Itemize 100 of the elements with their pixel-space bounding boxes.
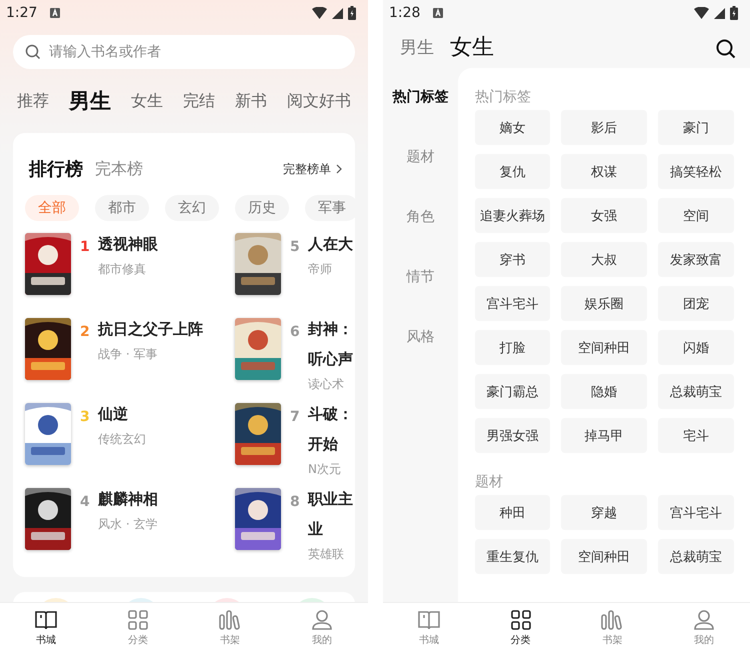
bottom-nav-tab[interactable]: 书城 [0,603,92,653]
bottom-nav-tab[interactable]: 分类 [92,603,184,653]
tag-chip[interactable]: 打脸 [475,330,550,365]
search-field[interactable]: 请输入书名或作者 [49,44,343,60]
tag-chip[interactable]: 娱乐圈 [561,286,647,321]
rank-number: 4 [80,494,90,510]
tag-chip[interactable]: 掉马甲 [561,418,647,453]
book-icon [418,610,440,630]
book-genre: 战争 · 军事 [98,346,158,363]
channel-tab[interactable]: 男生 [69,87,111,115]
bottom-nav-tab[interactable]: 我的 [658,603,750,653]
tag-chip[interactable]: 隐婚 [561,374,647,409]
tag-chip[interactable]: 复仇 [475,154,550,189]
tag-chip[interactable]: 闪婚 [658,330,734,365]
book-genre: 风水 · 玄学 [98,516,158,533]
bottom-nav-tab[interactable]: 我的 [276,603,368,653]
search-icon[interactable] [716,39,736,59]
genre-filter-chip[interactable]: 历史 [235,195,289,221]
tag-chip[interactable]: 搞笑轻松 [658,154,734,189]
ranking-tab[interactable]: 完本榜 [95,158,143,180]
channel-tab[interactable]: 女生 [131,90,163,112]
book-title[interactable]: 职业主 [308,488,353,510]
tag-chip[interactable]: 重生复仇 [475,539,550,574]
full-list-link[interactable]: 完整榜单 [283,160,343,178]
genre-filter-chip[interactable]: 玄幻 [165,195,219,221]
bottom-nav-tab[interactable]: 书架 [566,603,658,653]
bottom-nav-tab[interactable]: 书城 [383,603,475,653]
bottom-nav-tab[interactable]: 书架 [184,603,276,653]
wifi-icon [694,7,709,19]
book-genre: N次元 [308,461,342,478]
category-sidebar-item[interactable]: 热门标签 [392,88,448,148]
book-title[interactable]: 麒麟神相 [98,488,158,510]
book-title[interactable]: 透视神眼 [98,233,158,255]
chevron-right-icon [335,164,343,174]
tag-chip[interactable]: 空间 [658,198,734,233]
book-title[interactable]: 人在大 [308,233,353,255]
book-genre: 帝师 [308,261,333,278]
section-title: 热门标签 [475,88,532,107]
wifi-icon [312,7,327,19]
channel-tab[interactable]: 推荐 [17,90,49,112]
battery-icon [348,6,356,20]
notification-icon [433,8,444,18]
tag-chip[interactable]: 宅斗 [658,418,734,453]
channel-tab[interactable]: 新书 [235,90,267,112]
tag-chip[interactable]: 嫡女 [475,110,550,145]
tag-chip[interactable]: 发家致富 [658,242,734,277]
rank-number: 8 [290,494,300,510]
gender-tab[interactable]: 男生 [400,36,434,58]
book-icon [35,610,57,630]
tag-chip[interactable]: 影后 [561,110,647,145]
rank-number: 1 [80,239,90,255]
signal-icon [332,8,343,18]
tag-chip[interactable]: 穿书 [475,242,550,277]
tag-chip[interactable]: 团宠 [658,286,734,321]
rank-number: 3 [80,409,90,425]
profile-icon [311,610,333,630]
tag-chip[interactable]: 穿越 [561,495,647,530]
bookshelf-icon [601,610,624,630]
battery-icon [730,6,738,20]
genre-filter-chip[interactable]: 军事 [305,195,355,221]
book-title[interactable]: 斗破： [308,403,353,425]
grid-icon [510,610,531,630]
book-title[interactable]: 听心声 [308,348,353,370]
rank-number: 7 [290,409,300,425]
grid-icon [128,610,148,630]
channel-tab[interactable]: 阅文好书 [287,90,351,112]
tag-chip[interactable]: 追妻火葬场 [475,198,550,233]
tag-chip[interactable]: 总裁萌宝 [658,539,734,574]
status-time: 1:27 [6,5,38,21]
status-time: 1:28 [389,5,420,21]
channel-tab[interactable]: 完结 [183,90,215,112]
tag-chip[interactable]: 空间种田 [561,539,647,574]
tag-chip[interactable]: 宫斗宅斗 [475,286,550,321]
book-title[interactable]: 业 [308,518,353,540]
ranking-tab[interactable]: 排行榜 [29,157,83,181]
genre-filter-chip[interactable]: 都市 [95,195,149,221]
signal-icon [714,8,725,18]
book-genre: 读心术 [308,376,345,393]
book-title[interactable]: 开始 [308,433,353,455]
book-genre: 英雄联 [308,546,345,563]
book-title[interactable]: 仙逆 [98,403,146,425]
search-icon [25,44,41,60]
search-bar[interactable]: 请输入书名或作者 [13,35,355,69]
gender-tab[interactable]: 女生 [450,32,494,62]
tag-chip[interactable]: 大叔 [561,242,647,277]
rank-number: 2 [80,324,90,340]
book-title[interactable]: 抗日之父子上阵 [98,318,203,340]
tag-chip[interactable]: 总裁萌宝 [658,374,734,409]
tag-chip[interactable]: 种田 [475,495,550,530]
tag-chip[interactable]: 男强女强 [475,418,550,453]
tag-chip[interactable]: 宫斗宅斗 [658,495,734,530]
notification-icon [50,8,60,18]
bottom-nav-tab[interactable]: 分类 [474,603,566,653]
tag-chip[interactable]: 空间种田 [561,330,647,365]
tag-chip[interactable]: 权谋 [561,154,647,189]
tag-chip[interactable]: 豪门 [658,110,734,145]
tag-chip[interactable]: 女强 [561,198,647,233]
rank-number: 6 [290,324,300,340]
book-title[interactable]: 封神： [308,318,353,340]
tag-chip[interactable]: 豪门霸总 [475,374,550,409]
